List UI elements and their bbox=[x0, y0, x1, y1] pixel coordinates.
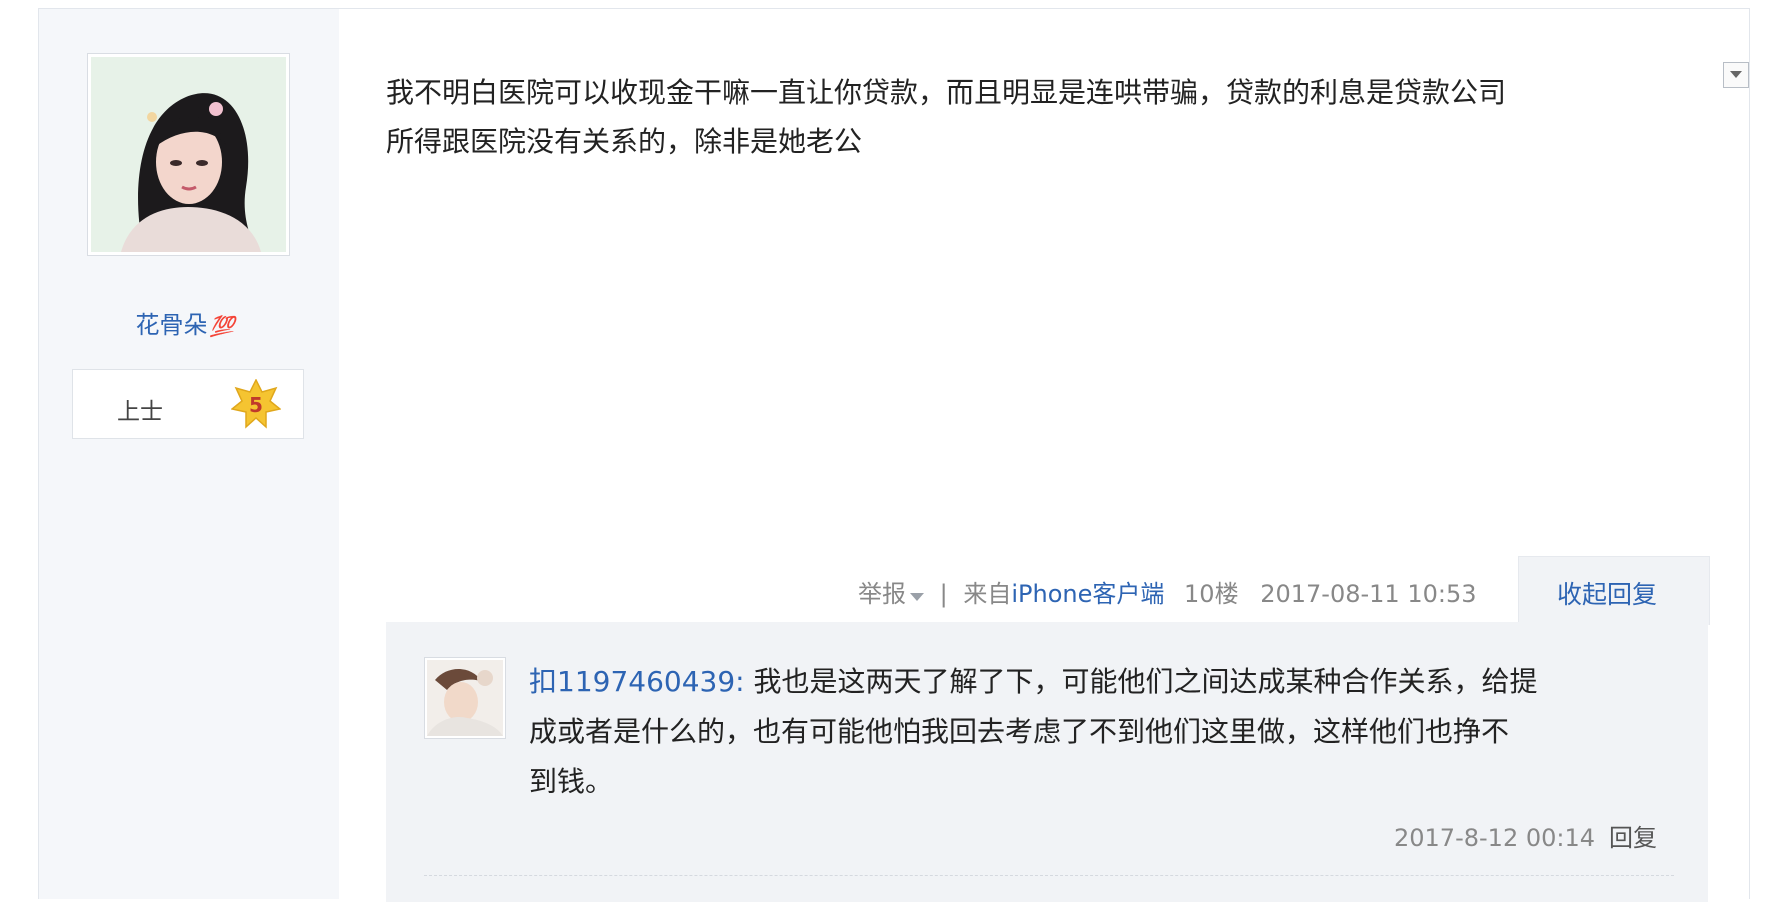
report-button[interactable]: 举报 bbox=[858, 574, 924, 609]
caret-down-icon bbox=[910, 593, 924, 601]
reply-line: 成或者是什么的，也有可能他怕我回去考虑了不到他们这里做，这样他们也挣不 bbox=[529, 715, 1510, 748]
reply-line: 扣1197460439: 我也是这两天了解了下，可能他们之间达成某种合作关系，给… bbox=[529, 657, 1679, 707]
post-line: 我不明白医院可以收现金干嘛一直让你贷款，而且明显是连哄带骗，贷款的利息是贷款公司 bbox=[386, 76, 1507, 109]
floor-number: 10楼 bbox=[1184, 580, 1239, 608]
reply-user-avatar[interactable] bbox=[424, 657, 506, 739]
level-number: 5 bbox=[249, 393, 263, 417]
reply-time: 2017-8-12 00:14 bbox=[1394, 824, 1595, 852]
post-time: 2017-08-11 10:53 bbox=[1260, 580, 1477, 608]
reply-line: 到钱。 bbox=[529, 765, 614, 798]
post-menu-dropdown[interactable] bbox=[1723, 62, 1749, 88]
username[interactable]: 花骨朵 💯 bbox=[100, 305, 270, 340]
reply-content: 扣1197460439: 我也是这两天了解了下，可能他们之间达成某种合作关系，给… bbox=[529, 657, 1679, 807]
reply-avatar-image bbox=[427, 660, 503, 736]
chevron-down-icon bbox=[1730, 71, 1742, 78]
collapse-replies-tab[interactable]: 收起回复 bbox=[1518, 556, 1710, 625]
report-label[interactable]: 举报 bbox=[858, 574, 906, 609]
client-link[interactable]: iPhone客户端 bbox=[1011, 574, 1164, 609]
post-meta: 举报 | 来自iPhone客户端 10楼 2017-08-11 10:53 bbox=[858, 574, 1477, 609]
rank-label: 上士 bbox=[117, 399, 163, 425]
rank-badge: 上士 5 bbox=[72, 369, 304, 439]
user-avatar[interactable] bbox=[87, 53, 290, 256]
avatar-image bbox=[91, 57, 286, 252]
reply-colon: : bbox=[735, 665, 745, 698]
from-prefix: 来自 bbox=[963, 580, 1012, 608]
post-line: 所得跟医院没有关系的，除非是她老公 bbox=[386, 125, 863, 158]
separator: | bbox=[939, 580, 948, 608]
reply-meta: 2017-8-12 00:14 回复 bbox=[1394, 818, 1657, 853]
level-star-icon: 5 bbox=[231, 379, 281, 429]
username-text[interactable]: 花骨朵 bbox=[136, 311, 208, 339]
reply-button[interactable]: 回复 bbox=[1609, 824, 1657, 852]
reply-username[interactable]: 扣1197460439 bbox=[529, 665, 735, 698]
reply-divider bbox=[424, 875, 1674, 876]
post-content: 我不明白医院可以收现金干嘛一直让你贷款，而且明显是连哄带骗，贷款的利息是贷款公司… bbox=[386, 68, 1706, 166]
hundred-emoji: 💯 bbox=[209, 314, 235, 338]
collapse-replies-label[interactable]: 收起回复 bbox=[1557, 575, 1657, 611]
reply-line-text: 我也是这两天了解了下，可能他们之间达成某种合作关系，给提 bbox=[753, 665, 1538, 698]
